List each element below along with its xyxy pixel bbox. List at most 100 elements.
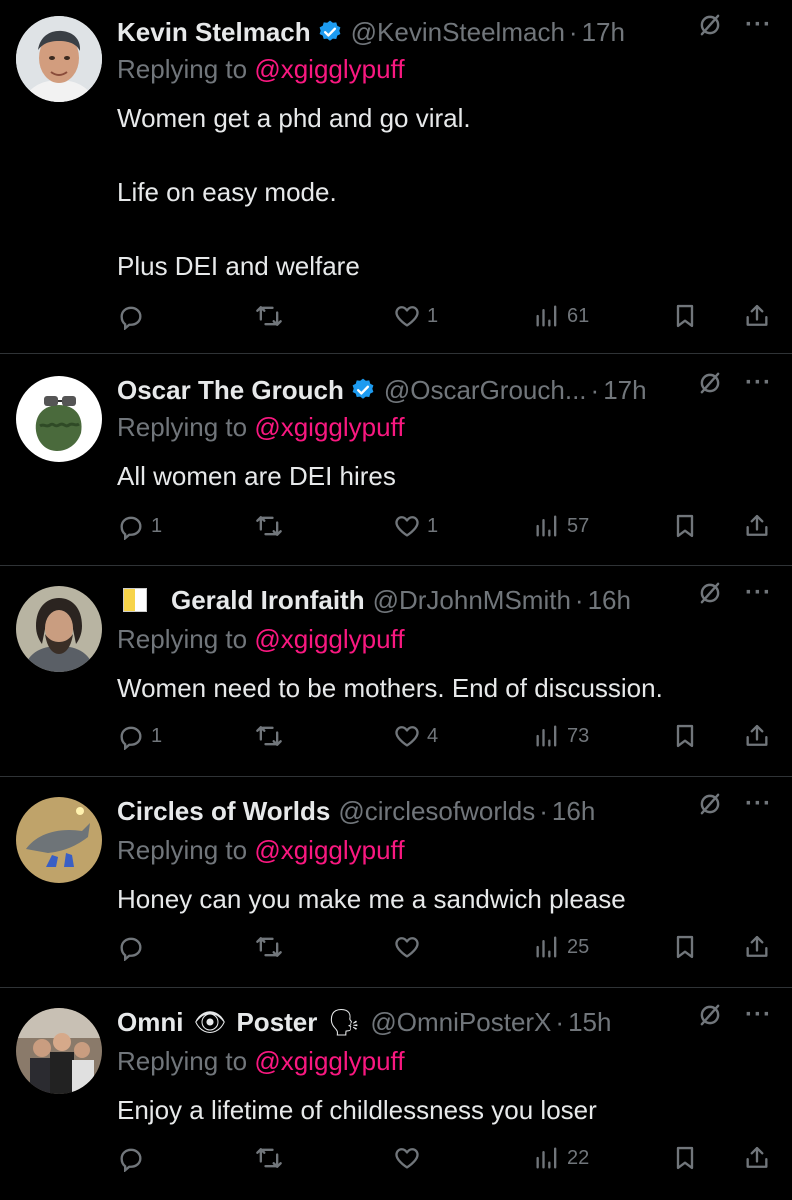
- like-button[interactable]: 4: [393, 718, 438, 754]
- views-icon: [536, 1147, 557, 1169]
- avatar-portrait: [16, 797, 102, 883]
- repost-icon: [256, 937, 282, 957]
- like-button[interactable]: [393, 1140, 427, 1176]
- bookmark-button[interactable]: [671, 508, 699, 544]
- timestamp[interactable]: 17h: [603, 375, 646, 406]
- replying-to: Replying to @xgigglypuff: [117, 835, 405, 866]
- verified-icon: [351, 377, 375, 400]
- mention-link[interactable]: @xgigglypuff: [254, 412, 404, 442]
- repost-button[interactable]: [255, 929, 289, 965]
- more-icon[interactable]: ···: [745, 13, 772, 37]
- views-button[interactable]: 22: [533, 1140, 589, 1176]
- views-button[interactable]: 73: [533, 718, 589, 754]
- author-name[interactable]: Circles of Worlds: [117, 796, 330, 827]
- tweet-header: Omni 👁 Poster 🗣 @OmniPosterX · 15h: [117, 1004, 772, 1040]
- share-button[interactable]: [743, 298, 771, 334]
- reply-button[interactable]: 1: [117, 508, 162, 544]
- like-icon: [395, 937, 419, 958]
- avatar[interactable]: [16, 16, 102, 102]
- grok-icon[interactable]: [697, 12, 723, 38]
- reply-button[interactable]: 1: [117, 718, 162, 754]
- views-icon: [536, 515, 557, 537]
- author-handle[interactable]: @KevinSteelmach: [351, 17, 565, 48]
- more-icon[interactable]: ···: [745, 581, 772, 605]
- tweet-header: Circles of Worlds @circlesofworlds · 16h: [117, 793, 772, 829]
- repost-icon: [256, 1148, 282, 1168]
- reply-tweet[interactable]: Oscar The Grouch @OscarGrouch... · 17h ·…: [0, 354, 792, 565]
- replying-to-label: Replying to: [117, 835, 248, 865]
- author-name-part1[interactable]: Omni: [117, 1007, 183, 1038]
- author-name[interactable]: Oscar The Grouch: [117, 375, 344, 406]
- reply-tweet[interactable]: Circles of Worlds @circlesofworlds · 16h…: [0, 777, 792, 987]
- avatar[interactable]: [16, 797, 102, 883]
- views-count: 22: [567, 1146, 590, 1169]
- repost-button[interactable]: [255, 508, 289, 544]
- author-handle[interactable]: @DrJohnMSmith: [373, 585, 571, 616]
- more-icon[interactable]: ···: [745, 371, 772, 395]
- views-count: 57: [567, 514, 590, 537]
- share-button[interactable]: [743, 929, 771, 965]
- repost-button[interactable]: [255, 718, 289, 754]
- share-button[interactable]: [743, 718, 771, 754]
- repost-button[interactable]: [255, 298, 289, 334]
- grok-icon[interactable]: [697, 791, 723, 817]
- views-button[interactable]: 57: [533, 508, 589, 544]
- like-count: 1: [427, 514, 439, 537]
- action-bar: 1 1 57: [117, 508, 772, 544]
- bookmark-button[interactable]: [671, 718, 699, 754]
- mention-link[interactable]: @xgigglypuff: [254, 624, 404, 654]
- share-button[interactable]: [743, 1140, 771, 1176]
- avatar[interactable]: [16, 1008, 102, 1094]
- more-icon[interactable]: ···: [745, 1003, 772, 1027]
- bookmark-button[interactable]: [671, 298, 699, 334]
- reply-button[interactable]: [117, 1140, 151, 1176]
- mention-link[interactable]: @xgigglypuff: [254, 835, 404, 865]
- avatar[interactable]: [16, 376, 102, 462]
- views-button[interactable]: 25: [533, 929, 589, 965]
- grok-icon[interactable]: [697, 1002, 723, 1028]
- action-bar: 25: [117, 929, 772, 965]
- tweet-text: All women are DEI hires: [117, 461, 396, 491]
- tweet-text: Enjoy a lifetime of childlessness you lo…: [117, 1095, 597, 1125]
- more-icon[interactable]: ···: [745, 792, 772, 816]
- timestamp[interactable]: 16h: [588, 585, 631, 616]
- reply-tweet[interactable]: Kevin Stelmach @KevinSteelmach · 17h ···…: [0, 0, 792, 353]
- verified-icon: [318, 19, 342, 42]
- mention-link[interactable]: @xgigglypuff: [254, 1046, 404, 1076]
- views-button[interactable]: 61: [533, 298, 589, 334]
- like-button[interactable]: [393, 929, 427, 965]
- avatar[interactable]: [16, 586, 102, 672]
- author-name-part2[interactable]: Poster: [236, 1007, 317, 1038]
- reply-button[interactable]: [117, 298, 151, 334]
- timestamp[interactable]: 17h: [582, 17, 625, 48]
- like-button[interactable]: 1: [393, 508, 438, 544]
- like-button[interactable]: 1: [393, 298, 438, 334]
- reply-icon: [120, 726, 142, 750]
- timestamp[interactable]: 16h: [552, 796, 595, 827]
- reply-tweet[interactable]: Omni 👁 Poster 🗣 @OmniPosterX · 15h ··· R…: [0, 988, 792, 1200]
- bookmark-button[interactable]: [671, 1140, 699, 1176]
- views-icon: [536, 725, 557, 747]
- share-icon: [746, 1146, 768, 1168]
- repost-icon: [256, 306, 282, 326]
- author-handle[interactable]: @OscarGrouch...: [384, 375, 587, 406]
- author-name[interactable]: Gerald Ironfaith: [171, 585, 365, 616]
- author-handle[interactable]: @OmniPosterX: [370, 1007, 551, 1038]
- author-name[interactable]: Kevin Stelmach: [117, 17, 311, 48]
- author-handle[interactable]: @circlesofworlds: [338, 796, 535, 827]
- reply-icon: [120, 937, 142, 961]
- bookmark-button[interactable]: [671, 929, 699, 965]
- action-bar: 22: [117, 1140, 772, 1176]
- reply-tweet[interactable]: Gerald Ironfaith @DrJohnMSmith · 16h ···…: [0, 566, 792, 776]
- separator-dot: ·: [590, 374, 600, 405]
- replying-to-label: Replying to: [117, 54, 248, 84]
- bookmark-icon: [676, 724, 694, 748]
- views-icon: [536, 305, 557, 327]
- share-button[interactable]: [743, 508, 771, 544]
- grok-icon[interactable]: [697, 580, 723, 606]
- mention-link[interactable]: @xgigglypuff: [254, 54, 404, 84]
- grok-icon[interactable]: [697, 370, 723, 396]
- reply-button[interactable]: [117, 929, 151, 965]
- repost-button[interactable]: [255, 1140, 289, 1176]
- timestamp[interactable]: 15h: [568, 1007, 611, 1038]
